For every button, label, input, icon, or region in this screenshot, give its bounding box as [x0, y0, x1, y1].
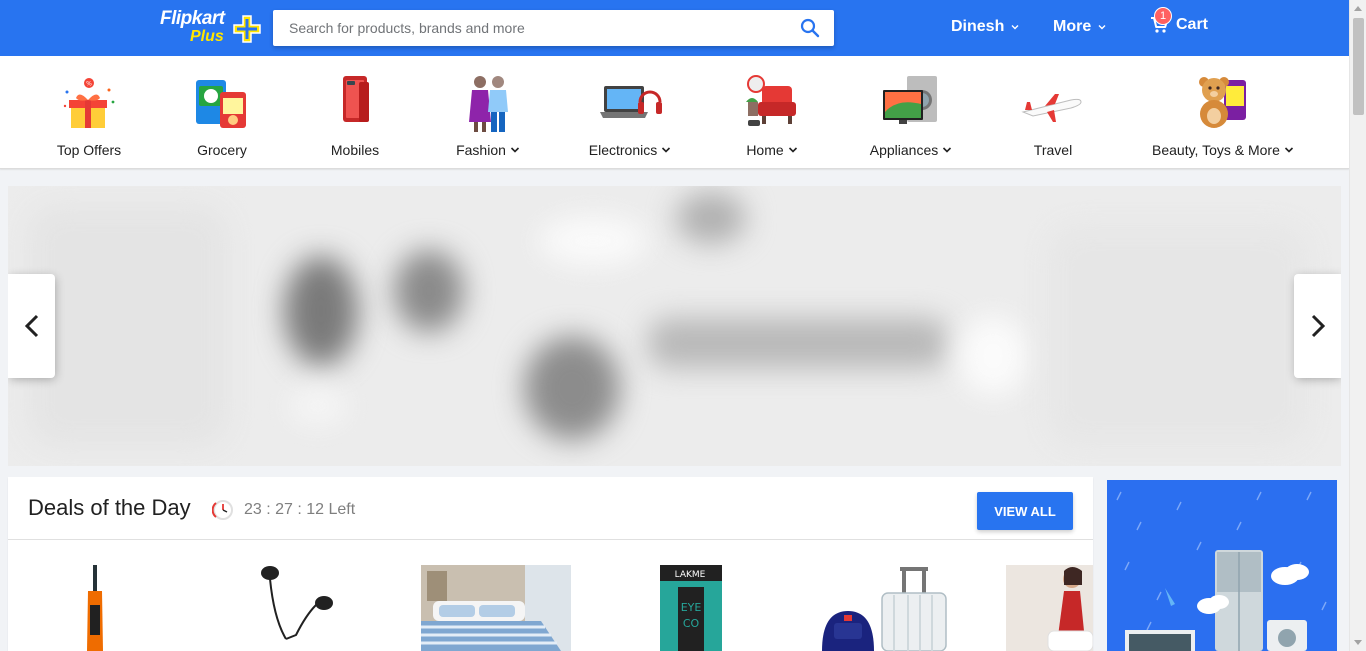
chevron-down-icon [1284, 147, 1293, 153]
mobile-phone-icon [323, 72, 387, 136]
logo-text: Flipkart [160, 8, 225, 29]
scroll-down-arrow[interactable] [1354, 640, 1362, 645]
svg-text:EYE: EYE [681, 601, 702, 614]
chevron-down-icon [1098, 25, 1106, 30]
deal-item[interactable] [252, 565, 342, 651]
category-label: Grocery [197, 142, 247, 158]
category-label: Home [746, 142, 784, 158]
category-appliances[interactable]: Appliances [851, 72, 971, 158]
category-electronics[interactable]: Electronics [570, 72, 690, 158]
banner-carousel[interactable] [8, 186, 1341, 466]
logo-plus-text: Plus [190, 28, 224, 45]
chevron-right-icon [1311, 314, 1325, 338]
category-mobiles[interactable]: Mobiles [295, 72, 415, 158]
category-label: Appliances [869, 142, 939, 158]
cricket-bat-icon [87, 565, 103, 651]
banner-blur-shape [288, 386, 348, 426]
scroll-thumb[interactable] [1353, 18, 1364, 115]
category-grocery[interactable]: Grocery [162, 72, 282, 158]
category-beauty-toys-more[interactable]: Beauty, Toys & More [1152, 72, 1293, 158]
tv-washing-machine-icon [879, 72, 943, 136]
deal-item[interactable]: LAKME EYE CO [660, 565, 722, 651]
dress-icon [1006, 565, 1093, 651]
category-home[interactable]: Home [712, 72, 832, 158]
svg-text:%: % [86, 81, 92, 88]
page-scrollbar[interactable] [1349, 0, 1366, 651]
scroll-up-arrow[interactable] [1354, 6, 1362, 11]
timer-icon [212, 500, 233, 520]
category-bar: % Top Offers Grocery Mobiles Fashion Ele… [0, 56, 1349, 169]
more-menu[interactable]: More [1053, 18, 1107, 36]
banner-blur-shape [676, 192, 746, 244]
banner-blur-shape [524, 336, 620, 440]
fashion-models-icon [456, 72, 520, 136]
search-icon[interactable] [800, 18, 820, 38]
category-label: Top Offers [56, 142, 122, 158]
teddy-bear-icon [1190, 72, 1254, 136]
category-label: Fashion [456, 142, 506, 158]
chevron-down-icon [510, 147, 519, 153]
airplane-icon [1021, 72, 1085, 136]
deal-timer: 23 : 27 : 12 Left [244, 501, 356, 518]
deal-item[interactable] [820, 565, 950, 651]
chevron-down-icon [943, 147, 952, 153]
eyeliner-icon: LAKME EYE CO [660, 565, 722, 651]
view-all-button[interactable]: VIEW ALL [977, 492, 1073, 530]
user-name: Dinesh [951, 18, 1005, 35]
category-top-offers[interactable]: % Top Offers [29, 72, 149, 158]
category-label: Beauty, Toys & More [1152, 142, 1280, 158]
appliance-ad-banner[interactable] [1107, 480, 1337, 651]
deal-item[interactable] [1006, 565, 1093, 651]
banner-prev-button[interactable] [8, 274, 55, 378]
category-label: Mobiles [330, 142, 380, 158]
search-input[interactable] [273, 10, 793, 46]
deals-title: Deals of the Day [28, 495, 191, 520]
earphones-icon [261, 566, 333, 640]
search-box [273, 10, 834, 46]
luggage-icon [822, 567, 947, 651]
banner-next-button[interactable] [1294, 274, 1341, 378]
chevron-down-icon [1011, 25, 1019, 30]
category-fashion[interactable]: Fashion [428, 72, 548, 158]
banner-blur-shape [1048, 226, 1308, 446]
armchair-icon [740, 72, 804, 136]
refrigerator-washing-machine-icon [1107, 480, 1337, 651]
bedsheet-icon [421, 565, 571, 651]
more-label: More [1053, 18, 1092, 35]
laptop-headphones-icon [598, 72, 662, 136]
plus-logo-icon [233, 15, 261, 43]
cart-button[interactable]: 1 Cart [1150, 7, 1209, 34]
category-travel[interactable]: Travel [993, 72, 1113, 158]
category-label: Electronics [588, 142, 658, 158]
banner-blur-shape [394, 250, 464, 332]
banner-blur-shape [958, 316, 1028, 396]
chevron-down-icon [788, 147, 797, 153]
banner-blur-shape [648, 318, 948, 368]
chevron-down-icon [662, 147, 671, 153]
user-account-menu[interactable]: Dinesh [951, 18, 1020, 36]
svg-text:LAKME: LAKME [675, 570, 706, 580]
deals-header: Deals of the Day 23 : 27 : 12 Left VIEW … [8, 477, 1093, 540]
cart-count-badge: 1 [1154, 7, 1172, 25]
cart-label: Cart [1176, 16, 1209, 33]
banner-blur-shape [284, 256, 358, 366]
flipkart-logo[interactable]: Flipkart Plus [160, 8, 264, 46]
banner-blur-shape [538, 216, 648, 266]
category-label: Travel [1033, 142, 1073, 158]
deals-of-the-day-section: Deals of the Day 23 : 27 : 12 Left VIEW … [8, 477, 1093, 651]
deal-item[interactable] [80, 565, 110, 651]
top-header: Flipkart Plus Dinesh More 1 Cart [0, 0, 1349, 56]
deal-item[interactable] [421, 565, 571, 651]
gift-box-icon: % [57, 72, 121, 136]
chevron-left-icon [24, 314, 38, 338]
grocery-icon [190, 72, 254, 136]
svg-text:CO: CO [683, 617, 700, 630]
banner-blur-shape [28, 206, 228, 446]
